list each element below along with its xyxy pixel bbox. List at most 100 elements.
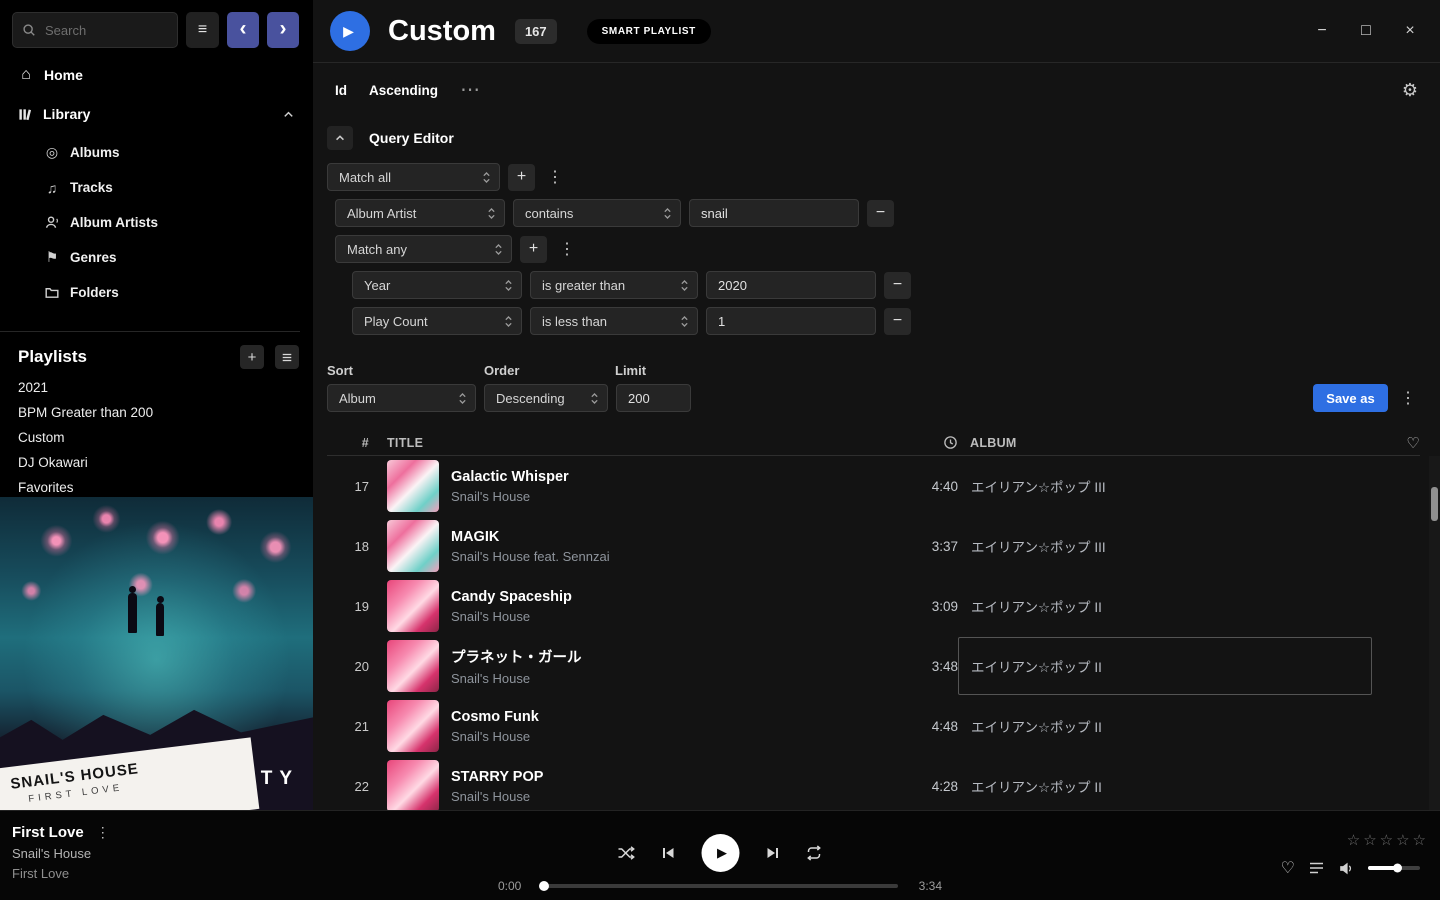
chevron-up-icon[interactable] bbox=[282, 108, 295, 121]
group-match-type-select[interactable]: Match any bbox=[335, 235, 512, 263]
search-input[interactable] bbox=[43, 22, 168, 39]
album-art-thumbnail[interactable] bbox=[387, 760, 439, 810]
column-album[interactable]: ALBUM bbox=[970, 436, 1017, 450]
order-select[interactable]: Descending bbox=[484, 384, 608, 412]
track-album[interactable]: エイリアン☆ポップ II bbox=[958, 757, 1372, 810]
rating-stars[interactable]: ☆ ☆ ☆ ☆ ☆ bbox=[1347, 831, 1426, 849]
queue-button[interactable] bbox=[1309, 861, 1324, 875]
play-pause-button[interactable]: ▶ bbox=[702, 834, 740, 872]
back-button[interactable]: ‹ bbox=[227, 12, 259, 48]
track-artist[interactable]: Snail's House bbox=[451, 729, 876, 744]
limit-input[interactable] bbox=[616, 384, 691, 412]
more-options-button[interactable]: ⋯ bbox=[460, 85, 480, 95]
sidebar-item-library[interactable]: Library bbox=[0, 100, 313, 128]
seek-handle[interactable] bbox=[539, 881, 549, 891]
track-artist[interactable]: Snail's House bbox=[451, 609, 876, 624]
track-row[interactable]: 19 Candy Spaceship Snail's House 3:09 エイ… bbox=[327, 576, 1420, 636]
track-row[interactable]: 22 STARRY POP Snail's House 4:28 エイリアン☆ポ… bbox=[327, 756, 1420, 810]
remove-rule-button[interactable]: − bbox=[867, 200, 894, 227]
scrollbar-thumb[interactable] bbox=[1431, 487, 1438, 521]
rule-group-menu-button[interactable]: ⋮ bbox=[543, 167, 567, 187]
track-row[interactable]: 18 MAGIK Snail's House feat. Sennzai 3:3… bbox=[327, 516, 1420, 576]
playlist-item[interactable]: DJ Okawari bbox=[0, 450, 313, 475]
volume-slider[interactable] bbox=[1368, 866, 1420, 870]
track-title[interactable]: MAGIK bbox=[451, 529, 876, 545]
duration-clock-icon[interactable] bbox=[943, 435, 958, 450]
sidebar-item-album-artists[interactable]: Album Artists bbox=[0, 205, 313, 240]
star-icon[interactable]: ☆ bbox=[1396, 831, 1409, 849]
shuffle-button[interactable] bbox=[618, 845, 636, 861]
collapse-query-editor-button[interactable] bbox=[327, 126, 353, 150]
track-album[interactable]: エイリアン☆ポップ II bbox=[958, 697, 1372, 755]
favorite-column-heart-icon[interactable]: ♡ bbox=[1406, 434, 1420, 452]
now-playing-menu-button[interactable]: ⋮ bbox=[96, 824, 110, 841]
play-playlist-button[interactable]: ▶ bbox=[330, 11, 370, 51]
rule-field-select[interactable]: Album Artist bbox=[335, 199, 505, 227]
volume-handle[interactable] bbox=[1393, 864, 1402, 873]
minimize-button[interactable]: − bbox=[1300, 11, 1344, 51]
rule-field-select[interactable]: Year bbox=[352, 271, 522, 299]
now-playing-album[interactable]: First Love bbox=[12, 866, 110, 881]
sort-field-button[interactable]: Id bbox=[335, 83, 347, 98]
seek-bar[interactable] bbox=[542, 884, 898, 888]
search-box[interactable] bbox=[12, 12, 178, 48]
rule-operator-select[interactable]: contains bbox=[513, 199, 681, 227]
playlist-list-button[interactable] bbox=[275, 345, 299, 369]
remove-rule-button[interactable]: − bbox=[884, 272, 911, 299]
album-art-thumbnail[interactable] bbox=[387, 640, 439, 692]
album-art-thumbnail[interactable] bbox=[387, 460, 439, 512]
sidebar-item-folders[interactable]: Folders bbox=[0, 275, 313, 310]
now-playing-artwork[interactable]: TASTY SNAIL'S HOUSE FIRST LOVE bbox=[0, 497, 313, 810]
rule-value-input[interactable] bbox=[706, 307, 876, 335]
maximize-button[interactable]: □ bbox=[1344, 11, 1388, 51]
rule-operator-select[interactable]: is less than bbox=[530, 307, 698, 335]
sort-direction-button[interactable]: Ascending bbox=[369, 83, 438, 98]
track-row[interactable]: 20 プラネット・ガール Snail's House 3:48 エイリアン☆ポッ… bbox=[327, 636, 1420, 696]
album-art-thumbnail[interactable] bbox=[387, 520, 439, 572]
playlist-item[interactable]: BPM Greater than 200 bbox=[0, 400, 313, 425]
track-album[interactable]: エイリアン☆ポップ II bbox=[958, 577, 1372, 635]
rule-operator-select[interactable]: is greater than bbox=[530, 271, 698, 299]
track-title[interactable]: プラネット・ガール bbox=[451, 646, 876, 667]
rule-field-select[interactable]: Play Count bbox=[352, 307, 522, 335]
sidebar-item-home[interactable]: ⌂ Home bbox=[0, 61, 313, 89]
track-artist[interactable]: Snail's House bbox=[451, 789, 876, 804]
next-button[interactable] bbox=[765, 845, 781, 861]
previous-button[interactable] bbox=[661, 845, 677, 861]
track-album[interactable]: エイリアン☆ポップ III bbox=[958, 457, 1372, 515]
playlist-item[interactable]: 2021 bbox=[0, 375, 313, 400]
close-button[interactable]: × bbox=[1388, 11, 1432, 51]
sidebar-item-albums[interactable]: ◎ Albums bbox=[0, 135, 313, 170]
rule-value-input[interactable] bbox=[706, 271, 876, 299]
star-icon[interactable]: ☆ bbox=[1413, 831, 1426, 849]
add-playlist-button[interactable]: + bbox=[240, 345, 264, 369]
column-title[interactable]: TITLE bbox=[387, 436, 439, 450]
sidebar-item-genres[interactable]: ⚑ Genres bbox=[0, 240, 313, 275]
menu-button[interactable]: ≡ bbox=[186, 12, 219, 48]
add-rule-button[interactable]: + bbox=[520, 236, 547, 263]
track-album[interactable]: エイリアン☆ポップ II bbox=[958, 637, 1372, 695]
favorite-heart-button[interactable]: ♡ bbox=[1281, 858, 1295, 878]
column-number[interactable]: # bbox=[362, 436, 375, 450]
track-artist[interactable]: Snail's House bbox=[451, 489, 876, 504]
star-icon[interactable]: ☆ bbox=[1363, 831, 1376, 849]
sort-select[interactable]: Album bbox=[327, 384, 476, 412]
match-type-select[interactable]: Match all bbox=[327, 163, 500, 191]
rule-value-input[interactable] bbox=[689, 199, 859, 227]
remove-rule-button[interactable]: − bbox=[884, 308, 911, 335]
sidebar-item-tracks[interactable]: ♫ Tracks bbox=[0, 170, 313, 205]
track-album[interactable]: エイリアン☆ポップ III bbox=[958, 517, 1372, 575]
track-title[interactable]: STARRY POP bbox=[451, 769, 876, 785]
rule-group-menu-button[interactable]: ⋮ bbox=[555, 239, 579, 259]
track-row[interactable]: 21 Cosmo Funk Snail's House 4:48 エイリアン☆ポ… bbox=[327, 696, 1420, 756]
track-row[interactable]: 17 Galactic Whisper Snail's House 4:40 エ… bbox=[327, 456, 1420, 516]
playlist-item[interactable]: Custom bbox=[0, 425, 313, 450]
add-rule-button[interactable]: + bbox=[508, 164, 535, 191]
save-menu-button[interactable]: ⋮ bbox=[1396, 388, 1420, 408]
album-art-thumbnail[interactable] bbox=[387, 580, 439, 632]
repeat-button[interactable] bbox=[806, 845, 823, 861]
volume-button[interactable] bbox=[1338, 861, 1354, 876]
track-artist[interactable]: Snail's House bbox=[451, 671, 876, 686]
now-playing-artist[interactable]: Snail's House bbox=[12, 846, 110, 861]
track-artist[interactable]: Snail's House feat. Sennzai bbox=[451, 549, 876, 564]
